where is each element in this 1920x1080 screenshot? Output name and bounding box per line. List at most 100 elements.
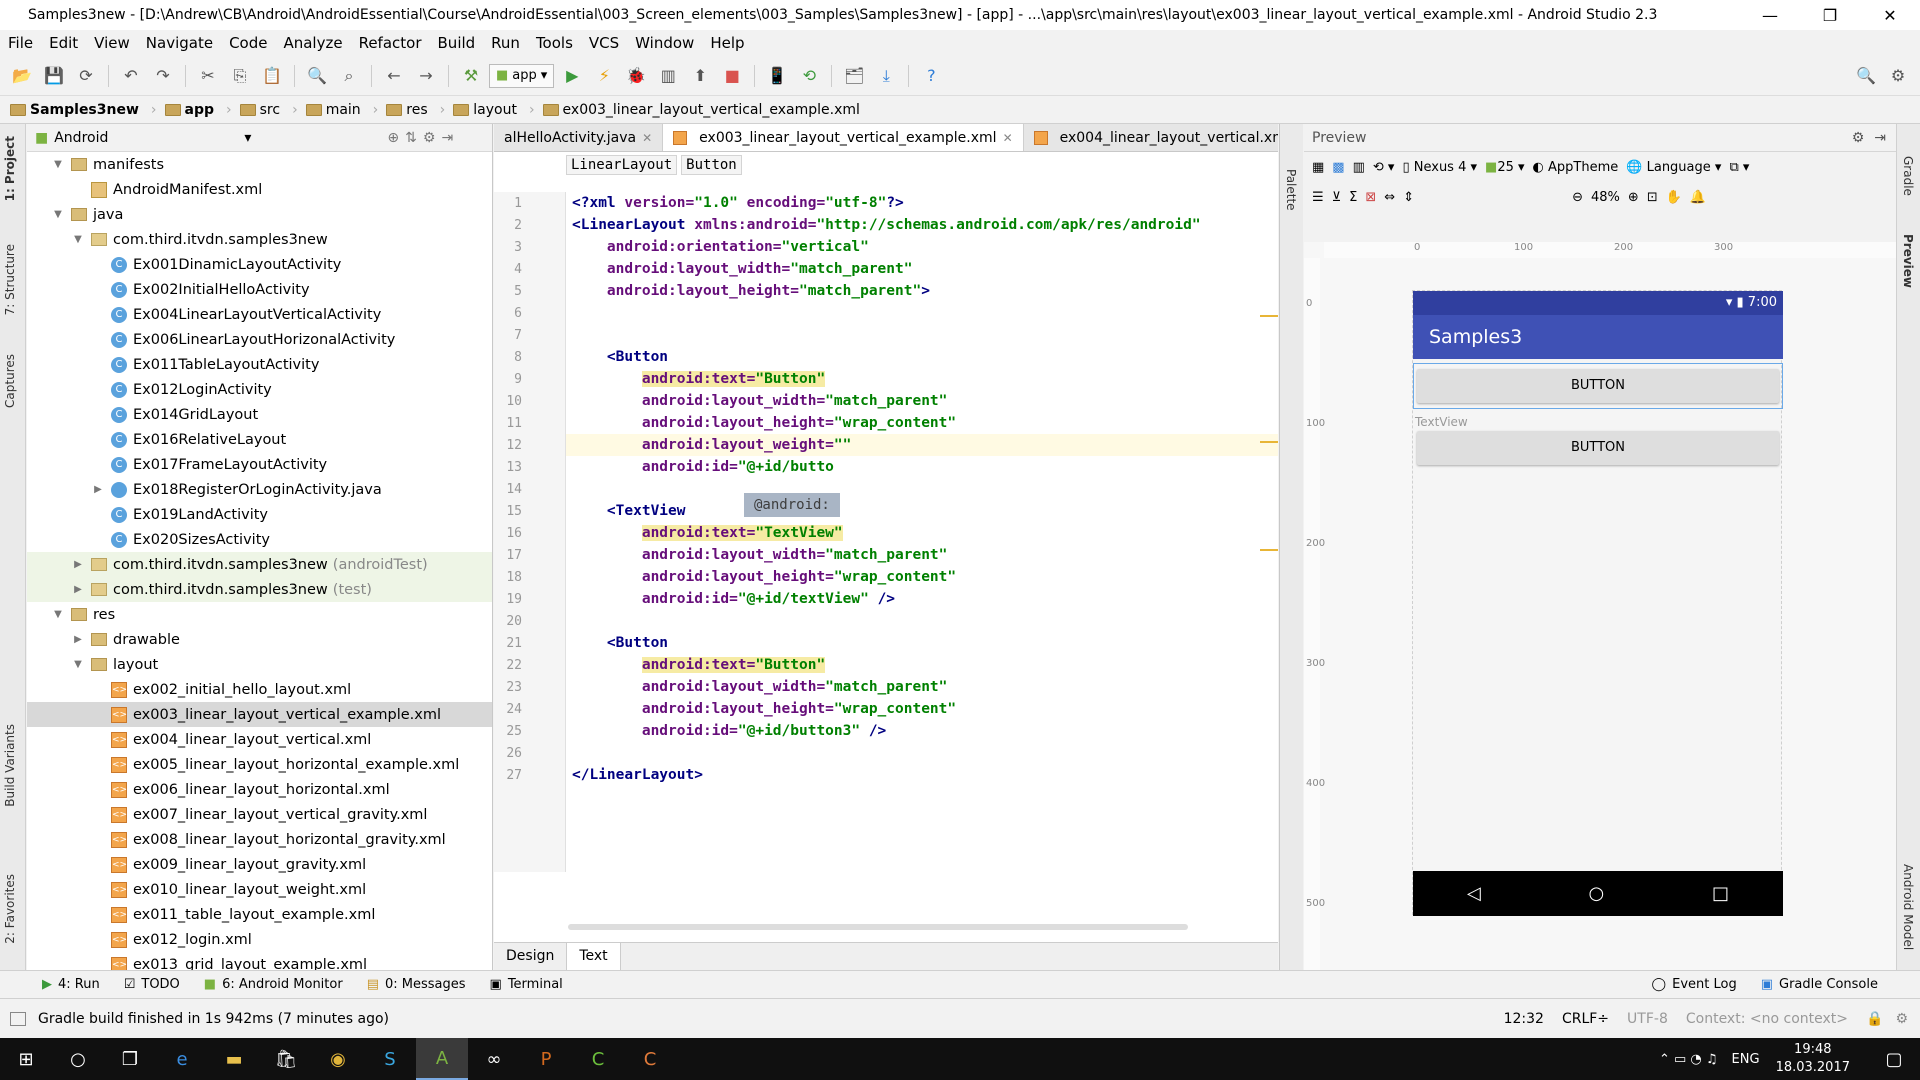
- tree-item[interactable]: ▶ Ex018RegisterOrLoginActivity.java: [27, 477, 492, 502]
- tree-item[interactable]: <> ex005_linear_layout_horizontal_example…: [27, 752, 492, 777]
- editor-tab[interactable]: alHelloActivity.java ✕: [494, 124, 664, 151]
- menu-tools[interactable]: Tools: [528, 34, 581, 52]
- pan-icon[interactable]: ✋: [1666, 190, 1682, 205]
- line-separator[interactable]: CRLF÷: [1562, 1011, 1609, 1027]
- warning-marker[interactable]: [1260, 441, 1278, 443]
- device-select[interactable]: ▯ Nexus 4 ▾: [1402, 160, 1477, 175]
- debug-icon[interactable]: 🐞: [622, 62, 650, 90]
- messages-tool-button[interactable]: ▤ 0: Messages: [355, 977, 478, 992]
- back-icon[interactable]: ←: [380, 62, 408, 90]
- expand-h-icon[interactable]: ⇔: [1384, 190, 1395, 205]
- notifications-icon[interactable]: ▢: [1868, 1038, 1920, 1080]
- design-view-icon[interactable]: ▦: [1312, 160, 1324, 175]
- code-line[interactable]: <LinearLayout xmlns:android="http://sche…: [572, 214, 1201, 236]
- tab-design[interactable]: Design: [494, 943, 568, 970]
- tree-item[interactable]: C Ex019LandActivity: [27, 502, 492, 527]
- menu-edit[interactable]: Edit: [41, 34, 86, 52]
- menu-file[interactable]: File: [0, 34, 41, 52]
- file-encoding[interactable]: UTF-8: [1627, 1011, 1668, 1027]
- warning-marker[interactable]: [1260, 315, 1278, 317]
- store-icon[interactable]: 🛍: [260, 1038, 312, 1080]
- tree-item[interactable]: <> ex002_initial_hello_layout.xml: [27, 677, 492, 702]
- favorites-tool-tab[interactable]: 2: Favorites: [3, 874, 17, 944]
- search-icon[interactable]: ○: [52, 1038, 104, 1080]
- search-icon[interactable]: 🔍: [1852, 62, 1880, 90]
- chevron-down-icon[interactable]: ▾: [244, 130, 251, 146]
- toggle-tool-windows-icon[interactable]: [10, 1011, 26, 1026]
- chrome-icon[interactable]: ◉: [312, 1038, 364, 1080]
- powerpoint-icon[interactable]: P: [520, 1038, 572, 1080]
- blueprint-view-icon[interactable]: ▩: [1332, 160, 1344, 175]
- tree-item[interactable]: <> ex008_linear_layout_horizontal_gravity…: [27, 827, 492, 852]
- run-config-select[interactable]: ■ app ▾: [489, 63, 555, 88]
- menu-vcs[interactable]: VCS: [581, 34, 627, 52]
- menu-code[interactable]: Code: [221, 34, 275, 52]
- code-line[interactable]: android:layout_weight="": [572, 434, 852, 456]
- tree-item[interactable]: <> ex007_linear_layout_vertical_gravity.x…: [27, 802, 492, 827]
- tree-item[interactable]: C Ex017FrameLayoutActivity: [27, 452, 492, 477]
- code-line[interactable]: <?xml version="1.0" encoding="utf-8"?>: [572, 192, 904, 214]
- expand-arrow-icon[interactable]: ▼: [51, 159, 65, 170]
- breadcrumb-item[interactable]: res ›: [386, 102, 453, 118]
- expand-arrow-icon[interactable]: ▼: [51, 609, 65, 620]
- menu-view[interactable]: View: [86, 34, 138, 52]
- bell-icon[interactable]: 🔔: [1690, 190, 1706, 205]
- tree-item[interactable]: ▼ layout: [27, 652, 492, 677]
- code-line[interactable]: android:layout_height="match_parent">: [572, 280, 930, 302]
- cursor-position[interactable]: 12:32: [1504, 1011, 1544, 1027]
- terminal-tool-button[interactable]: ▣ Terminal: [478, 977, 575, 992]
- preview-button-2[interactable]: BUTTON: [1417, 431, 1779, 465]
- keyboard-language[interactable]: ENG: [1732, 1052, 1760, 1067]
- code-line[interactable]: android:id="@+id/button3" />: [572, 720, 886, 742]
- redo-icon[interactable]: ↷: [149, 62, 177, 90]
- tree-item[interactable]: ▼ manifests: [27, 152, 492, 177]
- run-tool-button[interactable]: ▶ 4: Run: [30, 977, 112, 992]
- save-icon[interactable]: 💾: [40, 62, 68, 90]
- expand-v-icon[interactable]: ⇕: [1403, 190, 1414, 205]
- code-line[interactable]: android:orientation="vertical": [572, 236, 869, 258]
- camtasia-green-icon[interactable]: C: [572, 1038, 624, 1080]
- camtasia-icon[interactable]: ∞: [468, 1038, 520, 1080]
- copy-icon[interactable]: ⎘: [226, 62, 254, 90]
- sigma-icon[interactable]: Σ: [1349, 190, 1357, 205]
- expand-arrow-icon[interactable]: ▶: [71, 559, 85, 570]
- tree-item[interactable]: ▼ java: [27, 202, 492, 227]
- editor-tab[interactable]: ex003_linear_layout_vertical_example.xml…: [663, 124, 1024, 151]
- attach-debugger-icon[interactable]: ⬆: [686, 62, 714, 90]
- zoom-out-icon[interactable]: ⊖: [1572, 190, 1583, 205]
- tree-item[interactable]: <> ex004_linear_layout_vertical.xml: [27, 727, 492, 752]
- minimize-button[interactable]: —: [1740, 6, 1800, 25]
- apply-changes-icon[interactable]: ⚡: [590, 62, 618, 90]
- make-project-icon[interactable]: ⚒: [457, 62, 485, 90]
- code-line[interactable]: android:layout_height="wrap_content": [572, 566, 956, 588]
- hide-icon[interactable]: ⇥: [441, 130, 453, 146]
- preview-tool-tab[interactable]: Preview: [1901, 234, 1915, 288]
- menu-navigate[interactable]: Navigate: [138, 34, 221, 52]
- tree-item[interactable]: C Ex006LinearLayoutHorizonalActivity: [27, 327, 492, 352]
- code-line[interactable]: </LinearLayout>: [572, 764, 703, 786]
- api-select[interactable]: ■25 ▾: [1485, 160, 1525, 175]
- gradle-sync-icon[interactable]: ⟲: [795, 62, 823, 90]
- tab-text[interactable]: Text: [567, 943, 621, 970]
- tree-item[interactable]: <> ex006_linear_layout_horizontal.xml: [27, 777, 492, 802]
- tree-item[interactable]: C Ex016RelativeLayout: [27, 427, 492, 452]
- code-line[interactable]: android:layout_width="match_parent": [572, 676, 948, 698]
- open-icon[interactable]: 📂: [8, 62, 36, 90]
- menu-build[interactable]: Build: [430, 34, 484, 52]
- clock[interactable]: 19:48 18.03.2017: [1776, 1041, 1850, 1077]
- android-monitor-tool-button[interactable]: ■ 6: Android Monitor: [192, 977, 355, 992]
- sync-icon[interactable]: ⟳: [72, 62, 100, 90]
- gear-icon[interactable]: ⚙: [1852, 130, 1865, 146]
- close-button[interactable]: ✕: [1860, 6, 1920, 25]
- sdk-manager-icon[interactable]: ⤓: [872, 62, 900, 90]
- menu-refactor[interactable]: Refactor: [351, 34, 430, 52]
- structure-tool-tab[interactable]: 7: Structure: [3, 244, 17, 315]
- android-model-tool-tab[interactable]: Android Model: [1901, 864, 1915, 950]
- expand-arrow-icon[interactable]: ▶: [71, 634, 85, 645]
- horizontal-scrollbar[interactable]: [568, 924, 1188, 930]
- code-line[interactable]: android:layout_width="match_parent": [572, 544, 948, 566]
- tree-item[interactable]: C Ex004LinearLayoutVerticalActivity: [27, 302, 492, 327]
- code-line[interactable]: android:id="@+id/butto: [572, 456, 834, 478]
- paste-icon[interactable]: 📋: [258, 62, 286, 90]
- undo-icon[interactable]: ↶: [117, 62, 145, 90]
